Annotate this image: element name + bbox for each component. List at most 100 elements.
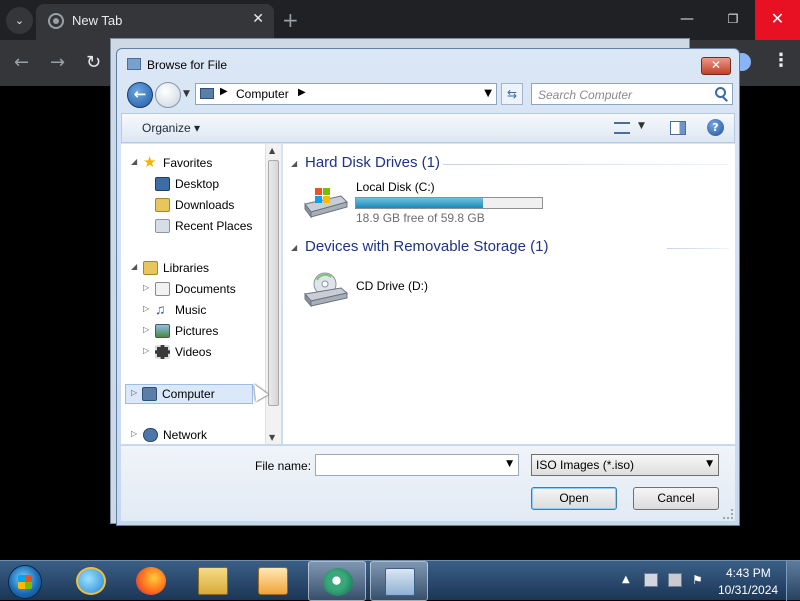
collapse-arrow-icon[interactable]: ◢ — [291, 159, 297, 168]
nav-item-libraries[interactable]: ◢ Libraries — [131, 259, 261, 279]
nav-item-network[interactable]: ▷ Network — [131, 426, 261, 446]
collapse-arrow-icon[interactable]: ◢ — [291, 243, 297, 252]
show-desktop-button[interactable] — [786, 561, 800, 601]
nav-item-favorites[interactable]: ◢ ★ Favorites — [131, 154, 261, 174]
file-name-combobox[interactable]: ▼ — [315, 454, 519, 476]
taskbar-internet-explorer[interactable] — [62, 561, 120, 601]
command-bar: Organize ▾ ▼ ? — [121, 113, 735, 143]
address-dropdown-icon[interactable]: ▼ — [484, 88, 492, 99]
nav-item-music[interactable]: ▷ ♫ Music — [143, 301, 263, 321]
computer-icon — [142, 387, 157, 401]
address-bar[interactable]: ▶ Computer ▶ ▼ — [195, 83, 497, 105]
taskbar-chrome-active[interactable] — [308, 561, 366, 601]
expand-arrow-icon[interactable]: ▷ — [131, 388, 137, 397]
close-window-button[interactable]: ✕ — [755, 0, 800, 40]
nav-item-label: Computer — [162, 387, 215, 401]
scroll-up-icon[interactable]: ▲ — [269, 146, 275, 155]
expand-arrow-icon[interactable]: ▷ — [143, 283, 149, 292]
minimize-button[interactable]: — — [664, 0, 710, 40]
taskbar-media-player[interactable] — [244, 561, 302, 601]
open-button[interactable]: Open — [531, 487, 617, 510]
group-header-removable[interactable]: ◢ Devices with Removable Storage (1) — [291, 238, 551, 258]
libraries-icon — [143, 261, 158, 275]
search-input[interactable] — [538, 87, 708, 102]
scroll-down-icon[interactable]: ▼ — [269, 433, 275, 442]
nav-item-downloads[interactable]: Downloads — [143, 196, 263, 216]
hard-drive-icon — [304, 188, 348, 219]
nav-item-pictures[interactable]: ▷ Pictures — [143, 322, 263, 342]
browser-tab[interactable]: New Tab ✕ — [36, 4, 274, 40]
dialog-window-icon — [127, 58, 141, 70]
tab-close-button[interactable]: ✕ — [252, 11, 264, 27]
preview-pane-icon[interactable] — [670, 121, 686, 135]
chevron-down-icon[interactable]: ▼ — [706, 459, 713, 469]
browser-back-button[interactable]: ← — [14, 52, 29, 73]
internet-explorer-icon — [76, 567, 106, 595]
nav-item-label: Pictures — [175, 324, 219, 338]
expand-arrow-icon[interactable]: ▷ — [143, 346, 149, 355]
start-button[interactable] — [8, 565, 42, 599]
nav-item-desktop[interactable]: Desktop — [143, 175, 263, 195]
file-name-input[interactable] — [320, 458, 490, 473]
tab-title: New Tab — [72, 13, 123, 28]
restore-button[interactable]: ❐ — [710, 0, 756, 40]
breadcrumb-chevron-icon[interactable]: ▶ — [298, 87, 306, 98]
search-icon[interactable] — [715, 87, 726, 98]
nav-item-label: Desktop — [175, 177, 220, 191]
folder-icon — [198, 567, 228, 595]
collapse-arrow-icon[interactable]: ◢ — [131, 262, 137, 271]
resize-grip-icon[interactable] — [723, 509, 733, 519]
network-icon — [143, 428, 158, 442]
nav-item-videos[interactable]: ▷ Videos — [143, 343, 263, 363]
expand-arrow-icon[interactable]: ▷ — [143, 325, 149, 334]
recent-pages-dropdown[interactable]: ▼ — [183, 89, 190, 99]
change-view-icon[interactable] — [614, 122, 630, 134]
nav-item-label: Recent Places — [175, 219, 253, 233]
group-divider — [667, 248, 729, 249]
expand-arrow-icon[interactable]: ▷ — [143, 304, 149, 313]
drive-name: Local Disk (C:) — [356, 180, 435, 194]
nav-item-label: Videos — [175, 345, 212, 359]
file-type-select[interactable]: ISO Images (*.iso) ▼ — [531, 454, 719, 476]
nav-item-documents[interactable]: ▷ Documents — [143, 280, 263, 300]
collapse-arrow-icon[interactable]: ◢ — [131, 157, 137, 166]
drive-name: CD Drive (D:) — [356, 279, 428, 293]
taskbar-explorer[interactable] — [184, 561, 242, 601]
nav-item-label: Favorites — [163, 156, 213, 170]
nav-item-label: Downloads — [175, 198, 235, 212]
scrollbar-thumb[interactable] — [268, 160, 279, 406]
network-status-icon[interactable] — [668, 573, 682, 587]
view-dropdown-icon[interactable]: ▼ — [638, 121, 645, 131]
nav-item-computer[interactable]: ▷ Computer — [125, 384, 253, 404]
refresh-button[interactable]: ⇆ — [501, 83, 523, 105]
browser-menu-button[interactable]: ⋮ — [772, 50, 790, 71]
clock-date[interactable]: 10/31/2024 — [718, 583, 778, 597]
nav-pane-scrollbar[interactable]: ▲ ▼ — [265, 144, 281, 444]
taskbar-firefox[interactable] — [122, 561, 180, 601]
back-button[interactable]: ← — [127, 82, 153, 108]
flag-icon[interactable]: ⚑ — [692, 573, 706, 587]
organize-button[interactable]: Organize ▾ — [142, 121, 200, 135]
clock-time[interactable]: 4:43 PM — [726, 566, 771, 580]
search-box[interactable] — [531, 83, 733, 105]
expand-arrow-icon[interactable]: ▷ — [131, 429, 137, 438]
tab-search-button[interactable]: ⌄ — [6, 7, 33, 34]
browser-reload-button[interactable]: ↻ — [86, 52, 101, 73]
file-type-value: ISO Images (*.iso) — [536, 458, 635, 472]
action-center-icon[interactable] — [644, 573, 658, 587]
downloads-folder-icon — [155, 198, 170, 212]
taskbar-dialog-window[interactable] — [370, 561, 428, 601]
breadcrumb-chevron-icon[interactable]: ▶ — [220, 86, 228, 97]
browser-forward-button[interactable]: → — [50, 52, 65, 73]
dialog-close-button[interactable]: ✕ — [701, 57, 731, 75]
nav-item-recent-places[interactable]: Recent Places — [143, 217, 263, 237]
forward-button[interactable] — [155, 82, 181, 108]
file-name-dropdown-icon[interactable]: ▼ — [506, 459, 513, 469]
show-hidden-icons-icon[interactable]: ▲ — [622, 574, 630, 585]
breadcrumb-computer[interactable]: Computer — [236, 87, 289, 101]
help-icon[interactable]: ? — [707, 119, 724, 136]
new-tab-button[interactable]: + — [282, 8, 299, 32]
group-divider — [443, 164, 728, 165]
cancel-button[interactable]: Cancel — [633, 487, 719, 510]
documents-icon — [155, 282, 170, 296]
